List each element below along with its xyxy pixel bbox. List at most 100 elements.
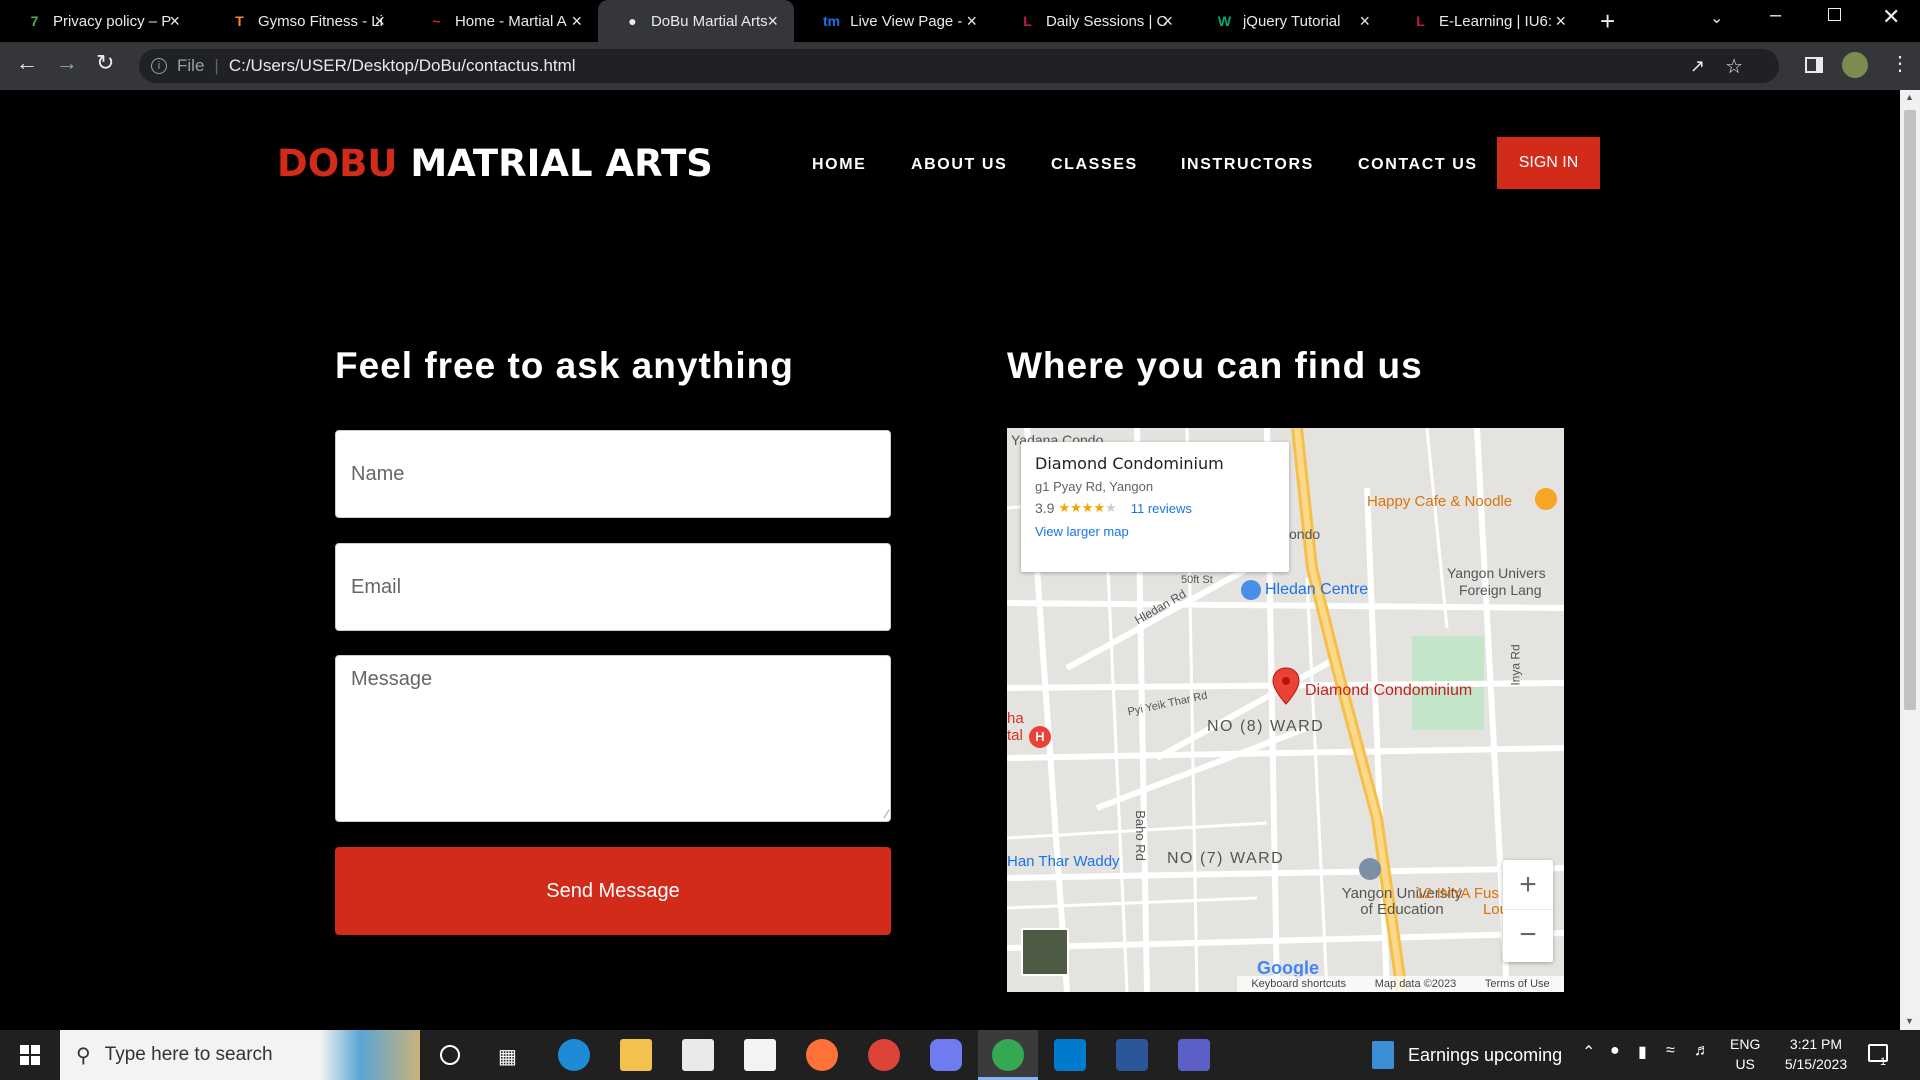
nav-instructors[interactable]: INSTRUCTORS — [1181, 156, 1314, 174]
shopping-pin-icon[interactable] — [1241, 580, 1261, 600]
restore-icon[interactable] — [1828, 8, 1841, 21]
school-pin-icon[interactable] — [1359, 858, 1381, 880]
browser-tab[interactable]: L Daily Sessions | C × — [993, 0, 1189, 42]
tab-close-icon[interactable]: × — [571, 11, 582, 32]
scroll-down-icon[interactable]: ▼ — [1905, 1016, 1914, 1026]
browser-tab[interactable]: ● DoBu Martial Arts × — [598, 0, 794, 42]
menu-dots-icon[interactable]: ⋮ — [1890, 51, 1910, 76]
copilot-icon[interactable] — [930, 1039, 962, 1071]
bookmark-star-icon[interactable]: ☆ — [1725, 54, 1743, 79]
place-info-card: Diamond Condominium g1 Pyay Rd, Yangon 3… — [1021, 442, 1289, 572]
browser-tab[interactable]: L E-Learning | IU6: × — [1386, 0, 1582, 42]
map-label-hledan-centre[interactable]: Hledan Centre — [1265, 581, 1368, 599]
nav-contact-us[interactable]: CONTACT US — [1358, 156, 1478, 174]
tab-close-icon[interactable]: × — [1555, 11, 1566, 32]
browser-tab[interactable]: 7 Privacy policy – P × — [0, 0, 196, 42]
site-logo[interactable]: DOBU MATRIAL ARTS — [277, 142, 713, 185]
nav-about-us[interactable]: ABOUT US — [911, 156, 1007, 174]
close-window-icon[interactable]: ✕ — [1882, 4, 1900, 30]
browser-tab-strip: 7 Privacy policy – P × T Gymso Fitness - Li ×… — [0, 0, 1920, 42]
scroll-up-icon[interactable]: ▲ — [1905, 92, 1914, 102]
minimize-icon[interactable]: – — [1770, 4, 1781, 27]
tab-close-icon[interactable]: × — [966, 11, 977, 32]
weather-widget-icon[interactable] — [1372, 1041, 1394, 1069]
new-tab-icon[interactable]: + — [1600, 6, 1615, 37]
teams-icon[interactable] — [1178, 1039, 1210, 1071]
message-field[interactable]: Message ∕ — [335, 655, 891, 822]
logo-part-dobu: DOBU — [277, 142, 398, 185]
map-label-happy-cafe[interactable]: Happy Cafe & Noodle — [1367, 493, 1512, 510]
clock-time: 3:21 PM — [1789, 1036, 1843, 1052]
nav-home[interactable]: HOME — [812, 156, 866, 174]
info-icon[interactable]: i — [151, 58, 167, 74]
star-filled-icon: ★ — [1070, 500, 1082, 515]
tab-close-icon[interactable]: × — [1162, 11, 1173, 32]
scroll-thumb[interactable] — [1904, 110, 1916, 710]
clock[interactable]: 3:21 PM 5/15/2023 — [1776, 1036, 1856, 1072]
microphone-icon[interactable]: ● — [1610, 1042, 1620, 1060]
map-data-text: Map data ©2023 — [1374, 978, 1457, 990]
name-placeholder: Name — [351, 463, 405, 485]
back-icon[interactable]: ← — [16, 50, 38, 76]
browser-tab[interactable]: ~ Home - Martial A × — [402, 0, 598, 42]
view-larger-map-link[interactable]: View larger map — [1035, 524, 1275, 539]
satellite-toggle[interactable] — [1021, 928, 1069, 976]
map-label-inya-rd: Inya Rd — [1508, 644, 1523, 686]
cafe-pin-icon[interactable] — [1535, 488, 1557, 510]
terms-of-use-link[interactable]: Terms of Use — [1485, 978, 1550, 990]
google-map[interactable]: Yadana Condo ondo Happy Cafe & Noodle Hl… — [1007, 428, 1564, 992]
taskbar-search-box[interactable]: ⚲ Type here to search — [60, 1030, 420, 1080]
name-field[interactable]: Name — [335, 430, 891, 518]
map-label-pin[interactable]: Diamond Condominium — [1305, 682, 1472, 700]
map-label-han-thar-waddy[interactable]: Han Thar Waddy — [1007, 853, 1120, 870]
forward-icon[interactable]: → — [56, 50, 78, 76]
cortana-icon[interactable] — [440, 1045, 460, 1065]
zoom-out-button[interactable]: − — [1503, 910, 1553, 960]
volume-icon[interactable]: ♬ — [1694, 1042, 1710, 1060]
file-explorer-icon[interactable] — [620, 1039, 652, 1071]
tab-close-icon[interactable]: × — [169, 11, 180, 32]
profile-avatar[interactable] — [1842, 52, 1868, 78]
send-message-button[interactable]: Send Message — [335, 847, 891, 935]
browser-tab[interactable]: T Gymso Fitness - Li × — [205, 0, 401, 42]
page-scrollbar[interactable]: ▲ ▼ — [1900, 90, 1920, 1030]
zoom-in-button[interactable]: + — [1503, 860, 1553, 910]
tab-close-icon[interactable]: × — [767, 11, 778, 32]
browser-tab[interactable]: tm Live View Page - × — [797, 0, 993, 42]
sign-in-button[interactable]: SIGN IN — [1497, 137, 1600, 189]
tray-chevron-icon[interactable]: ⌃ — [1582, 1042, 1595, 1062]
tab-close-icon[interactable]: × — [374, 11, 385, 32]
reload-icon[interactable]: ↻ — [96, 50, 114, 76]
location-pin-icon[interactable] — [1271, 666, 1301, 706]
mail-icon[interactable] — [744, 1039, 776, 1071]
address-bar[interactable]: i File | C:/Users/USER/Desktop/DoBu/cont… — [139, 49, 1779, 83]
chrome-icon[interactable] — [868, 1039, 900, 1071]
vscode-icon[interactable] — [1054, 1039, 1086, 1071]
language-ime[interactable]: ENG US — [1730, 1036, 1760, 1072]
chrome-active-icon[interactable] — [992, 1039, 1024, 1071]
resize-handle-icon[interactable]: ∕ — [886, 807, 888, 821]
search-highlight-image — [320, 1030, 420, 1080]
microsoft-store-icon[interactable] — [682, 1039, 714, 1071]
battery-icon[interactable]: ▮ — [1638, 1042, 1647, 1062]
address-divider: | — [214, 56, 219, 75]
map-label-baho-rd: Baho Rd — [1132, 810, 1148, 861]
word-icon[interactable] — [1116, 1039, 1148, 1071]
windows-start-icon[interactable] — [20, 1045, 40, 1065]
hospital-pin-icon[interactable]: H — [1029, 726, 1051, 748]
wifi-icon[interactable]: ≈ — [1666, 1042, 1675, 1060]
browser-tab[interactable]: WjQuery Tutorial × — [1190, 0, 1386, 42]
nav-classes[interactable]: CLASSES — [1051, 156, 1138, 174]
reviews-link[interactable]: 11 reviews — [1131, 501, 1192, 516]
side-panel-icon[interactable] — [1805, 57, 1823, 73]
tab-close-icon[interactable]: × — [1359, 11, 1370, 32]
widget-text[interactable]: Earnings upcoming — [1408, 1045, 1562, 1066]
task-view-icon[interactable]: ▦ — [498, 1044, 517, 1069]
edge-icon[interactable] — [558, 1039, 590, 1071]
email-field[interactable]: Email — [335, 543, 891, 631]
rating-value: 3.9 — [1035, 500, 1055, 516]
share-icon[interactable]: ↗ — [1690, 56, 1705, 77]
tab-search-icon[interactable]: ⌄ — [1710, 8, 1723, 28]
firefox-icon[interactable] — [806, 1039, 838, 1071]
keyboard-shortcuts-link[interactable]: Keyboard shortcuts — [1251, 978, 1346, 990]
